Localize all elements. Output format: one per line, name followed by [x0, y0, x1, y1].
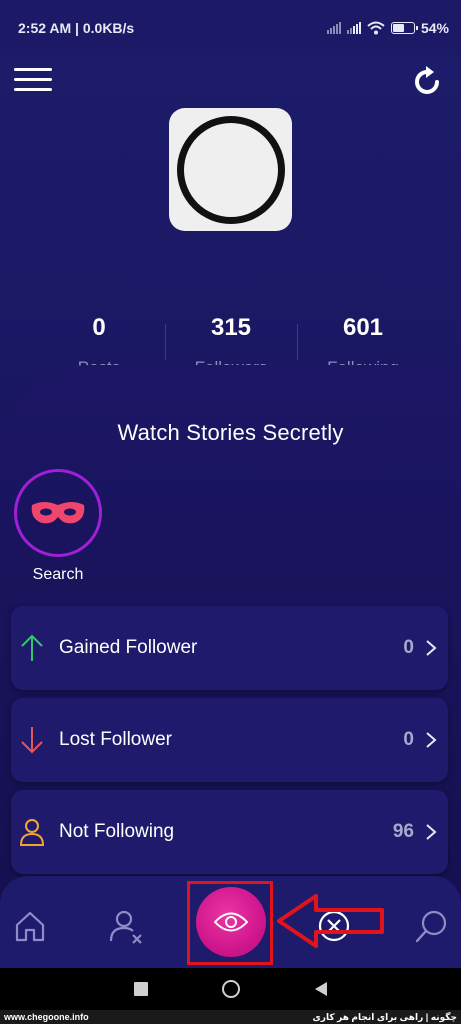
card-label: Gained Follower	[59, 637, 198, 658]
highlight-box	[187, 881, 273, 965]
card-gained-follower[interactable]: Gained Follower 0	[11, 606, 448, 690]
card-lost-follower[interactable]: Lost Follower 0	[11, 698, 448, 782]
signal-icon	[346, 21, 361, 34]
watermark-footer: www.chegoone.info چگونه | راهی برای انجا…	[0, 1010, 461, 1024]
card-label: Not Following	[59, 821, 175, 842]
remove-user-icon[interactable]	[108, 908, 144, 944]
footer-tagline: چگونه | راهی برای انجام هر کاری	[312, 1011, 457, 1022]
arrow-up-icon	[19, 633, 45, 663]
stat-value: 601	[342, 314, 384, 341]
status-time: 2:52 AM | 0.0KB/s	[18, 19, 135, 36]
refresh-icon[interactable]	[413, 64, 443, 98]
profile-avatar[interactable]	[169, 108, 292, 231]
card-count: 0	[403, 729, 414, 750]
system-nav-bar	[0, 968, 461, 1010]
user-icon	[19, 817, 45, 847]
recents-button[interactable]	[131, 979, 151, 999]
wifi-icon	[367, 21, 385, 34]
battery-percent: 54%	[420, 19, 449, 36]
status-bar: 2:52 AM | 0.0KB/s 54%	[0, 0, 461, 55]
arrow-down-icon	[19, 725, 45, 755]
card-count: 0	[403, 637, 414, 658]
mask-icon	[31, 502, 85, 524]
back-button[interactable]	[311, 979, 331, 999]
home-button[interactable]	[221, 979, 241, 999]
chevron-right-icon	[426, 640, 437, 656]
hamburger-icon[interactable]	[14, 68, 52, 96]
search-icon[interactable]	[414, 908, 450, 944]
card-label: Lost Follower	[59, 729, 172, 750]
home-icon[interactable]	[12, 908, 48, 944]
pointer-arrow-icon	[277, 894, 384, 948]
search-label: Search	[32, 566, 84, 583]
card-not-following[interactable]: Not Following 96	[11, 790, 448, 874]
battery-icon	[390, 21, 418, 34]
search-stories-button[interactable]	[14, 469, 102, 557]
card-count: 96	[392, 821, 414, 842]
app-screen: 2:52 AM | 0.0KB/s 54% 0 Posts 315 Follow	[0, 0, 461, 1024]
chevron-right-icon	[426, 824, 437, 840]
footer-url: www.chegoone.info	[4, 1012, 89, 1022]
signal-icon	[326, 21, 341, 34]
section-title: Watch Stories Secretly	[117, 420, 344, 445]
stat-value: 0	[92, 314, 106, 341]
chevron-right-icon	[426, 732, 437, 748]
stat-value: 315	[210, 314, 252, 341]
